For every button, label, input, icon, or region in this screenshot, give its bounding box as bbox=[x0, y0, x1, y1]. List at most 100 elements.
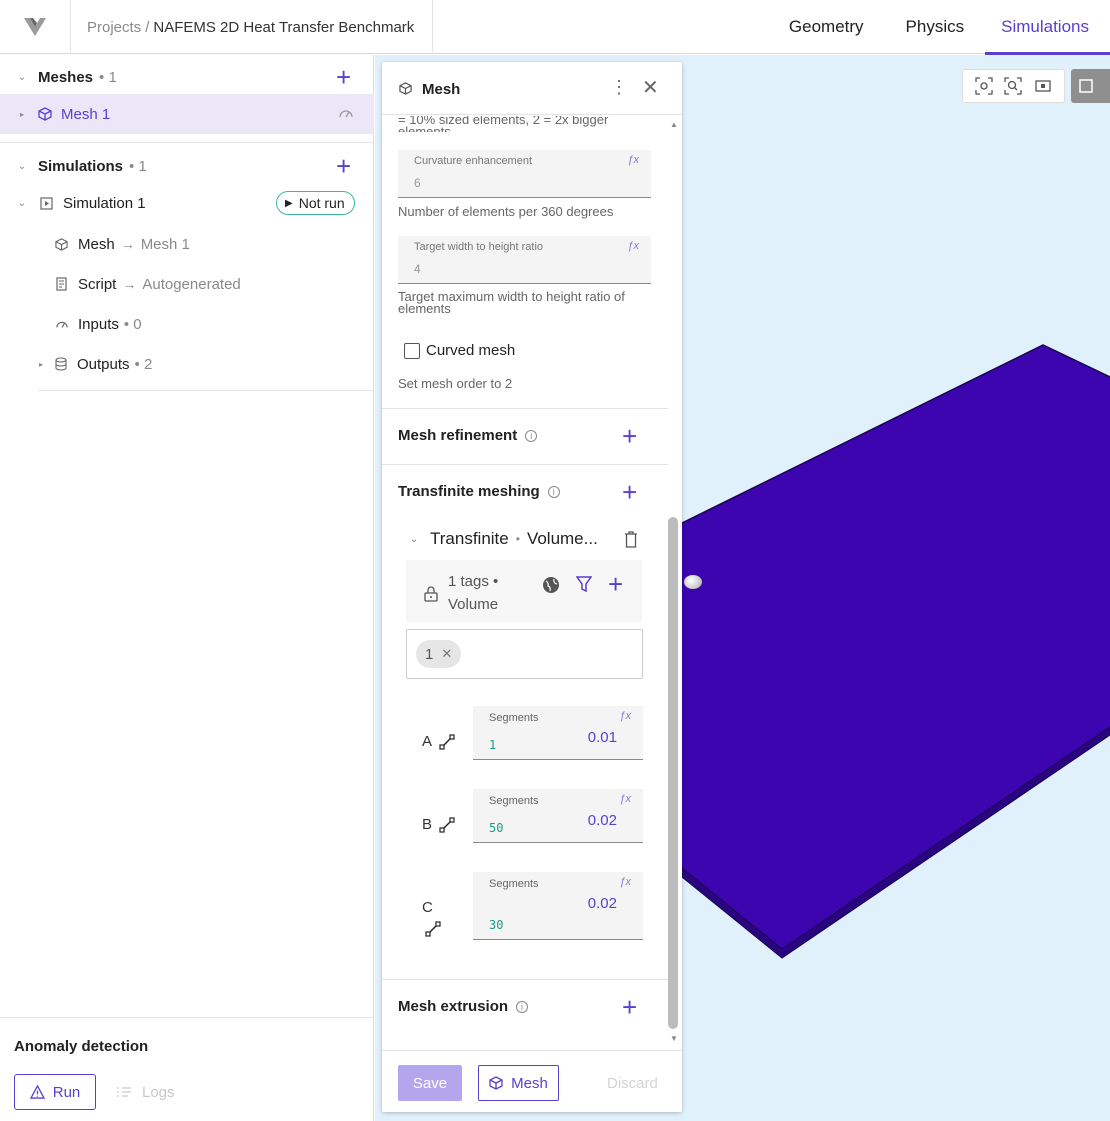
segment-count: 30 bbox=[489, 918, 504, 932]
list-icon bbox=[117, 1087, 131, 1097]
info-icon[interactable]: i bbox=[516, 1000, 529, 1013]
filter-icon[interactable] bbox=[576, 576, 592, 593]
meshes-title: Meshes bbox=[38, 68, 94, 86]
view-mode-button[interactable] bbox=[1071, 69, 1110, 103]
scroll-up-arrow[interactable]: ▲ bbox=[670, 120, 678, 129]
anomaly-title: Anomaly detection bbox=[14, 1038, 149, 1055]
meshes-section-header[interactable]: ⌄ Meshes • 1 bbox=[0, 65, 374, 89]
segment-letter: A bbox=[422, 733, 433, 750]
app-logo[interactable] bbox=[0, 0, 71, 54]
function-icon[interactable]: ƒx bbox=[619, 710, 631, 722]
edge-icon[interactable] bbox=[439, 734, 455, 750]
tag-count: 1 tags • bbox=[448, 573, 499, 590]
info-icon[interactable]: i bbox=[547, 485, 560, 498]
transfinite-item-header[interactable]: ⌄ Transfinite • Volume... bbox=[408, 529, 598, 549]
width-height-ratio-field[interactable]: Target width to height ratio ƒx 4 bbox=[398, 236, 651, 284]
discard-button[interactable]: Discard bbox=[607, 1075, 658, 1092]
chevron-down-icon[interactable]: ⌄ bbox=[408, 534, 420, 545]
transfinite-name: Transfinite bbox=[430, 529, 509, 548]
more-vert-icon[interactable]: ⋮ bbox=[610, 78, 628, 96]
simulations-section-header[interactable]: ⌄ Simulations • 1 bbox=[0, 154, 374, 178]
view-toolbar bbox=[962, 69, 1065, 103]
arrow-right-icon: → bbox=[122, 276, 137, 292]
scroll-down-arrow[interactable]: ▼ bbox=[670, 1034, 678, 1043]
checkbox-icon[interactable] bbox=[404, 342, 420, 359]
separator: • bbox=[515, 532, 520, 546]
segments-field-a[interactable]: Segments ƒx 0.01 1 bbox=[473, 706, 643, 760]
chevron-down-icon[interactable]: ⌄ bbox=[16, 72, 28, 83]
breadcrumb-projects[interactable]: Projects bbox=[87, 19, 141, 36]
chevron-down-icon[interactable]: ⌄ bbox=[16, 198, 28, 209]
chip-label: 1 bbox=[425, 645, 434, 663]
tree-item-sim-inputs[interactable]: Inputs • 0 bbox=[0, 312, 374, 336]
tag-chip[interactable]: 1 ✕ bbox=[416, 640, 462, 668]
tag-selector-row: 1 tags • Volume + bbox=[406, 560, 642, 622]
add-transfinite-button[interactable]: + bbox=[622, 479, 637, 505]
mesh-extrusion-header: Mesh extrusion i bbox=[398, 998, 529, 1015]
tab-physics[interactable]: Physics bbox=[885, 0, 986, 54]
globe-icon[interactable] bbox=[542, 576, 560, 594]
edge-icon[interactable] bbox=[425, 921, 441, 937]
run-button[interactable]: Run bbox=[14, 1074, 96, 1110]
add-refinement-button[interactable]: + bbox=[622, 423, 637, 449]
light-source-handle[interactable] bbox=[684, 575, 702, 589]
segment-letter: B bbox=[422, 816, 433, 833]
remove-chip-icon[interactable]: ✕ bbox=[441, 646, 452, 662]
cube-icon bbox=[38, 107, 52, 121]
segments-field-c[interactable]: Segments ƒx 0.02 30 bbox=[473, 872, 643, 940]
curvature-enhancement-field[interactable]: Curvature enhancement ƒx 6 bbox=[398, 150, 651, 198]
add-simulation-button[interactable]: + bbox=[336, 153, 351, 179]
close-icon[interactable]: ✕ bbox=[642, 78, 659, 98]
curved-mesh-checkbox[interactable]: Curved mesh bbox=[404, 342, 515, 359]
function-icon[interactable]: ƒx bbox=[619, 876, 631, 888]
square-icon bbox=[1079, 79, 1093, 93]
tree-item-sim-script[interactable]: Script → Autogenerated bbox=[0, 272, 374, 296]
panel-scrollbar[interactable] bbox=[668, 517, 678, 1029]
logo-icon bbox=[24, 18, 46, 36]
field-label: Segments bbox=[489, 795, 539, 807]
status-badge[interactable]: ▶ Not run bbox=[276, 191, 355, 215]
chevron-right-icon[interactable]: ▸ bbox=[35, 360, 47, 369]
section-title: Mesh extrusion bbox=[398, 998, 509, 1015]
trash-icon[interactable] bbox=[624, 531, 638, 548]
tree-item-sim-mesh[interactable]: Mesh → Mesh 1 bbox=[0, 232, 374, 256]
add-mesh-button[interactable]: + bbox=[336, 64, 351, 90]
tag-input[interactable]: 1 ✕ bbox=[406, 629, 643, 679]
lock-icon[interactable] bbox=[424, 586, 438, 602]
function-icon[interactable]: ƒx bbox=[619, 793, 631, 805]
focus-icon[interactable] bbox=[975, 77, 993, 95]
zoom-fit-icon[interactable] bbox=[1004, 77, 1023, 95]
tree-item-mesh-1[interactable]: ▸ Mesh 1 bbox=[0, 94, 374, 134]
save-button[interactable]: Save bbox=[398, 1065, 462, 1101]
cube-icon bbox=[55, 237, 68, 251]
truncated-help-text: = 10% sized elements, 2 = 2x bigger elem… bbox=[398, 116, 609, 132]
info-icon[interactable]: i bbox=[525, 429, 538, 442]
tab-simulations[interactable]: Simulations bbox=[985, 0, 1110, 55]
status-label: Not run bbox=[298, 195, 345, 211]
mesh-button[interactable]: Mesh bbox=[478, 1065, 559, 1101]
tree-item-sim-outputs[interactable]: ▸ Outputs • 2 bbox=[0, 352, 374, 376]
edge-icon[interactable] bbox=[439, 817, 455, 833]
breadcrumb-separator: / bbox=[145, 18, 150, 36]
chevron-down-icon[interactable]: ⌄ bbox=[16, 161, 28, 172]
anomaly-detection-section: Anomaly detection Run Logs bbox=[0, 1017, 374, 1121]
frame-icon[interactable] bbox=[1034, 77, 1052, 95]
segments-field-b[interactable]: Segments ƒx 0.02 50 bbox=[473, 789, 643, 843]
tree-item-link[interactable]: Mesh 1 bbox=[141, 236, 190, 253]
mesh-panel-header: Mesh ⋮ ✕ bbox=[382, 62, 682, 115]
field-label: Curvature enhancement bbox=[414, 155, 533, 167]
tree-item-label: Mesh bbox=[78, 235, 115, 253]
chevron-right-icon[interactable]: ▸ bbox=[16, 110, 28, 119]
breadcrumb-project-name[interactable]: NAFEMS 2D Heat Transfer Benchmark bbox=[153, 19, 414, 36]
add-tag-button[interactable]: + bbox=[608, 571, 623, 597]
breadcrumb: Projects / NAFEMS 2D Heat Transfer Bench… bbox=[71, 0, 433, 54]
tree-item-link[interactable]: Autogenerated bbox=[142, 276, 240, 293]
function-icon[interactable]: ƒx bbox=[627, 154, 639, 166]
regenerate-icon[interactable] bbox=[338, 107, 354, 121]
field-label: Segments bbox=[489, 878, 539, 890]
tab-geometry[interactable]: Geometry bbox=[768, 0, 885, 54]
function-icon[interactable]: ƒx bbox=[627, 240, 639, 252]
logs-button[interactable]: Logs bbox=[116, 1074, 175, 1110]
logs-label: Logs bbox=[142, 1083, 175, 1101]
add-extrusion-button[interactable]: + bbox=[622, 994, 637, 1020]
